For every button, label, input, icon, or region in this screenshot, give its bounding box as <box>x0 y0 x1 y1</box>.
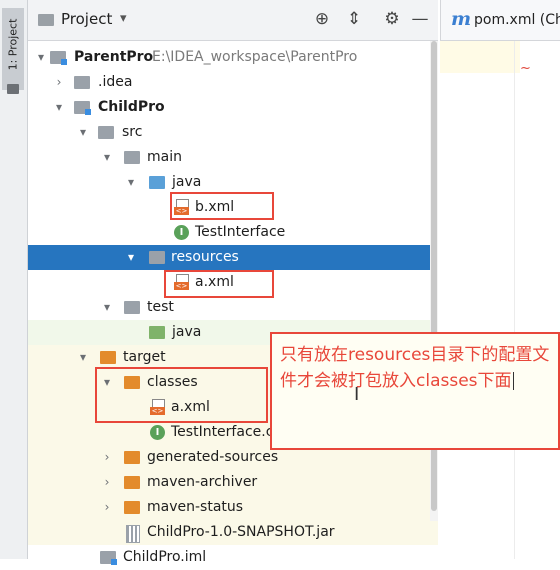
tree-label: maven-status <box>147 499 244 515</box>
xml-file-icon: <> <box>150 399 165 416</box>
xml-file-icon: <> <box>174 199 189 216</box>
tree-row-resources-a-xml[interactable]: <> a.xml <box>28 270 438 295</box>
collapse-arrow-icon[interactable]: › <box>52 70 66 95</box>
tree-label: .idea <box>98 74 133 90</box>
project-tab-label: 1: Project <box>6 18 20 71</box>
tree-label: java <box>172 324 202 340</box>
tree-row-idea[interactable]: › .idea <box>28 70 438 95</box>
expand-arrow-icon[interactable]: ▾ <box>34 45 48 70</box>
folder-icon <box>124 301 140 314</box>
expand-arrow-icon[interactable]: ▾ <box>100 295 114 320</box>
project-folder-icon <box>38 14 54 26</box>
collapse-arrow-icon[interactable]: › <box>100 470 114 495</box>
tree-row-main-java[interactable]: ▾ java <box>28 170 438 195</box>
interface-icon: I <box>150 425 165 440</box>
project-panel-header: Project ▾ ⊕ ⇕ ⚙ — <box>28 0 438 41</box>
module-icon <box>50 51 67 65</box>
annotation-text: 只有放在resources目录下的配置文件才会被打包放入classes下面 <box>280 345 550 391</box>
editor-tab-pom[interactable]: pom.xml (Ch <box>474 12 560 28</box>
excluded-folder-icon <box>124 501 140 514</box>
panel-title[interactable]: Project <box>61 10 112 28</box>
tree-row-testinterface[interactable]: I TestInterface <box>28 220 438 245</box>
gear-icon[interactable]: ⚙ <box>381 8 403 30</box>
folder-icon <box>98 126 114 139</box>
tree-label: src <box>122 124 143 140</box>
tree-label: ChildPro.iml <box>123 549 207 565</box>
tree-label: TestInterface <box>195 224 286 240</box>
tree-label: main <box>147 149 182 165</box>
module-file-icon <box>100 551 117 565</box>
tree-label: maven-archiver <box>147 474 258 490</box>
left-tool-strip: 1: Project <box>0 0 28 559</box>
tree-row-resources[interactable]: ▾ resources <box>28 245 438 270</box>
expand-arrow-icon[interactable]: ▾ <box>76 120 90 145</box>
excluded-folder-icon <box>124 476 140 489</box>
tree-label: ChildPro <box>98 99 165 115</box>
error-squiggle: ~ <box>520 61 531 76</box>
tree-row-childpro[interactable]: ▾ ChildPro <box>28 95 438 120</box>
folder-icon <box>124 151 140 164</box>
tree-label: classes <box>147 374 198 390</box>
tree-row-maven-status[interactable]: › maven-status <box>28 495 438 520</box>
interface-icon: I <box>174 225 189 240</box>
expand-arrow-icon[interactable]: ▾ <box>124 245 138 270</box>
tree-label: java <box>172 174 202 190</box>
expand-arrow-icon[interactable]: ▾ <box>100 370 114 395</box>
tree-label: resources <box>171 249 239 265</box>
tree-row-test[interactable]: ▾ test <box>28 295 438 320</box>
excluded-folder-icon <box>100 351 116 364</box>
excluded-folder-icon <box>124 451 140 464</box>
jar-file-icon <box>126 525 140 543</box>
tree-row-parentpro[interactable]: ▾ ParentPro E:\IDEA_workspace\ParentPro <box>28 45 438 70</box>
tree-label: a.xml <box>171 399 210 415</box>
locate-target-icon[interactable]: ⊕ <box>311 8 333 30</box>
expand-arrow-icon[interactable]: ▾ <box>76 345 90 370</box>
hide-icon[interactable]: — <box>409 8 431 30</box>
source-folder-icon <box>149 176 165 189</box>
collapse-all-icon[interactable]: ⇕ <box>343 8 365 30</box>
collapse-arrow-icon[interactable]: › <box>100 445 114 470</box>
tree-label: a.xml <box>195 274 234 290</box>
tree-row-main[interactable]: ▾ main <box>28 145 438 170</box>
tree-label: b.xml <box>195 199 235 215</box>
module-icon <box>74 101 91 115</box>
test-folder-icon <box>149 326 165 339</box>
tree-row-iml[interactable]: ChildPro.iml <box>28 545 438 570</box>
tree-row-jar[interactable]: ChildPro-1.0-SNAPSHOT.jar <box>28 520 438 545</box>
tree-label: ParentPro <box>74 49 154 65</box>
text-caret <box>512 372 514 390</box>
editor-body[interactable]: ~ <box>440 41 560 559</box>
current-line-highlight <box>440 41 520 73</box>
tree-row-src[interactable]: ▾ src <box>28 120 438 145</box>
maven-icon: m <box>451 8 472 30</box>
editor-tab-row: m pom.xml (Ch <box>440 0 560 41</box>
resources-folder-icon <box>149 251 165 264</box>
tree-label: target <box>123 349 166 365</box>
folder-icon <box>74 76 90 89</box>
tree-label: ChildPro-1.0-SNAPSHOT.jar <box>147 524 335 540</box>
excluded-folder-icon <box>124 376 140 389</box>
annotation-note[interactable]: 只有放在resources目录下的配置文件才会被打包放入classes下面 <box>270 332 560 450</box>
ibeam-cursor-icon: I <box>354 384 360 405</box>
expand-arrow-icon[interactable]: ▾ <box>124 170 138 195</box>
expand-arrow-icon[interactable]: ▾ <box>52 95 66 120</box>
xml-file-icon: <> <box>174 274 189 291</box>
tree-row-maven-archiver[interactable]: › maven-archiver <box>28 470 438 495</box>
project-tool-window-tab[interactable]: 1: Project <box>2 8 24 90</box>
tree-label: generated-sources <box>147 449 279 465</box>
view-dropdown-chevron-icon[interactable]: ▾ <box>120 11 127 26</box>
expand-arrow-icon[interactable]: ▾ <box>100 145 114 170</box>
structure-icon[interactable] <box>7 84 19 94</box>
module-path-hint: E:\IDEA_workspace\ParentPro <box>152 49 358 65</box>
right-margin-line <box>514 41 515 559</box>
tree-row-b-xml[interactable]: <> b.xml <box>28 195 438 220</box>
tree-label: test <box>147 299 174 315</box>
project-tree[interactable]: ▾ ParentPro E:\IDEA_workspace\ParentPro … <box>28 41 438 565</box>
collapse-arrow-icon[interactable]: › <box>100 495 114 520</box>
